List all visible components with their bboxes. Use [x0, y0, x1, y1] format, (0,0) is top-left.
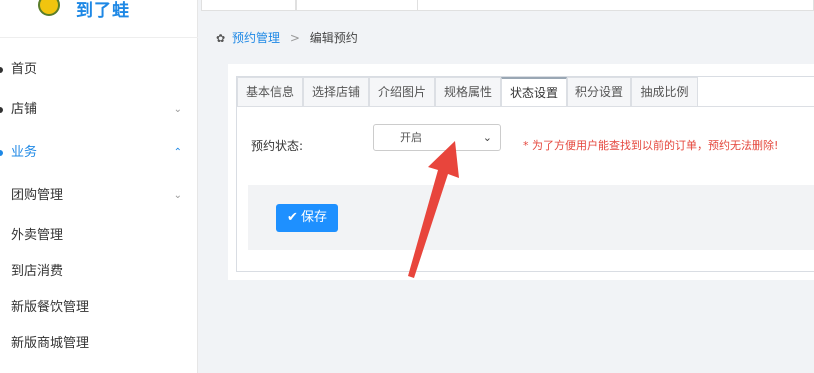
breadcrumb-separator: > [289, 31, 300, 45]
bullet-icon [0, 150, 3, 156]
sidebar-item-home[interactable]: 首页 [0, 53, 198, 87]
frog-logo-icon [38, 0, 60, 16]
tab-divider [237, 106, 814, 107]
save-button-label: 保存 [300, 210, 327, 225]
sidebar-item-shop[interactable]: 店铺 ⌄ [0, 93, 198, 127]
chevron-up-icon: ⌃ [173, 147, 182, 158]
tab-container: 基本信息 选择店铺 介绍图片 规格属性 状态设置 积分设置 抽成比例 预约状态:… [236, 76, 814, 272]
tab-points-settings[interactable]: 积分设置 [567, 77, 631, 107]
sidebar-item-label: 新版餐饮管理 [11, 300, 90, 315]
status-hint: * 为了方便用户能查找到以前的订单，预约无法删除! [523, 139, 779, 152]
sidebar-item-label: 业务 [11, 145, 38, 160]
sidebar-item-label: 店铺 [11, 102, 38, 117]
tab-status-settings[interactable]: 状态设置 [501, 77, 567, 107]
form-footer: ✔ 保存 [248, 185, 814, 250]
chevron-down-icon: ⌄ [173, 190, 182, 201]
check-icon: ✔ [287, 210, 298, 225]
sidebar-item-label: 新版商城管理 [11, 336, 90, 351]
bullet-icon [0, 107, 3, 113]
breadcrumb-parent[interactable]: 预约管理 [232, 31, 280, 45]
breadcrumb: ✿ 预约管理 > 编辑预约 [216, 24, 814, 54]
status-label: 预约状态: [251, 139, 304, 153]
sidebar-item-mall[interactable]: 新版商城管理 [0, 327, 198, 361]
sidebar-item-label: 外卖管理 [11, 228, 64, 243]
tab-intro-images[interactable]: 介绍图片 [369, 77, 435, 107]
tab-select-store[interactable]: 选择店铺 [303, 77, 369, 107]
tab-basic-info[interactable]: 基本信息 [237, 77, 303, 107]
sidebar-item-in-store[interactable]: 到店消费 [0, 255, 198, 289]
sidebar-item-catering[interactable]: 新版餐饮管理 [0, 291, 198, 325]
bullet-icon [0, 67, 3, 73]
top-tab-bar [418, 0, 814, 11]
sidebar-item-group-buy[interactable]: 团购管理 ⌄ [0, 179, 198, 213]
sidebar-item-business[interactable]: 业务 ⌃ [0, 136, 198, 170]
tab-spec-attrs[interactable]: 规格属性 [435, 77, 501, 107]
sidebar-item-label: 首页 [11, 62, 38, 77]
status-select[interactable]: 开启 ⌄ [373, 124, 501, 151]
breadcrumb-current: 编辑预约 [309, 31, 358, 45]
chevron-down-icon: ⌄ [173, 104, 182, 115]
brand-name: 到了蛙 [76, 1, 130, 21]
gear-icon: ✿ [216, 32, 226, 45]
status-select-value: 开启 [400, 131, 422, 144]
logo[interactable]: 到了蛙 [0, 0, 198, 38]
chevron-down-icon: ⌄ [482, 131, 492, 144]
sidebar-item-label: 到店消费 [11, 264, 64, 279]
sidebar-item-takeout[interactable]: 外卖管理 [0, 219, 198, 253]
top-tab[interactable] [296, 0, 418, 11]
tab-commission-ratio[interactable]: 抽成比例 [631, 77, 698, 107]
sidebar-item-label: 团购管理 [11, 188, 64, 203]
save-button[interactable]: ✔ 保存 [276, 204, 338, 232]
top-tab[interactable] [201, 0, 296, 11]
sidebar: 到了蛙 首页 店铺 ⌄ 业务 ⌃ 团购管理 ⌄ 外卖管理 到店消费 新版餐饮管理… [0, 0, 198, 373]
main-panel: 基本信息 选择店铺 介绍图片 规格属性 状态设置 积分设置 抽成比例 预约状态:… [228, 64, 814, 280]
